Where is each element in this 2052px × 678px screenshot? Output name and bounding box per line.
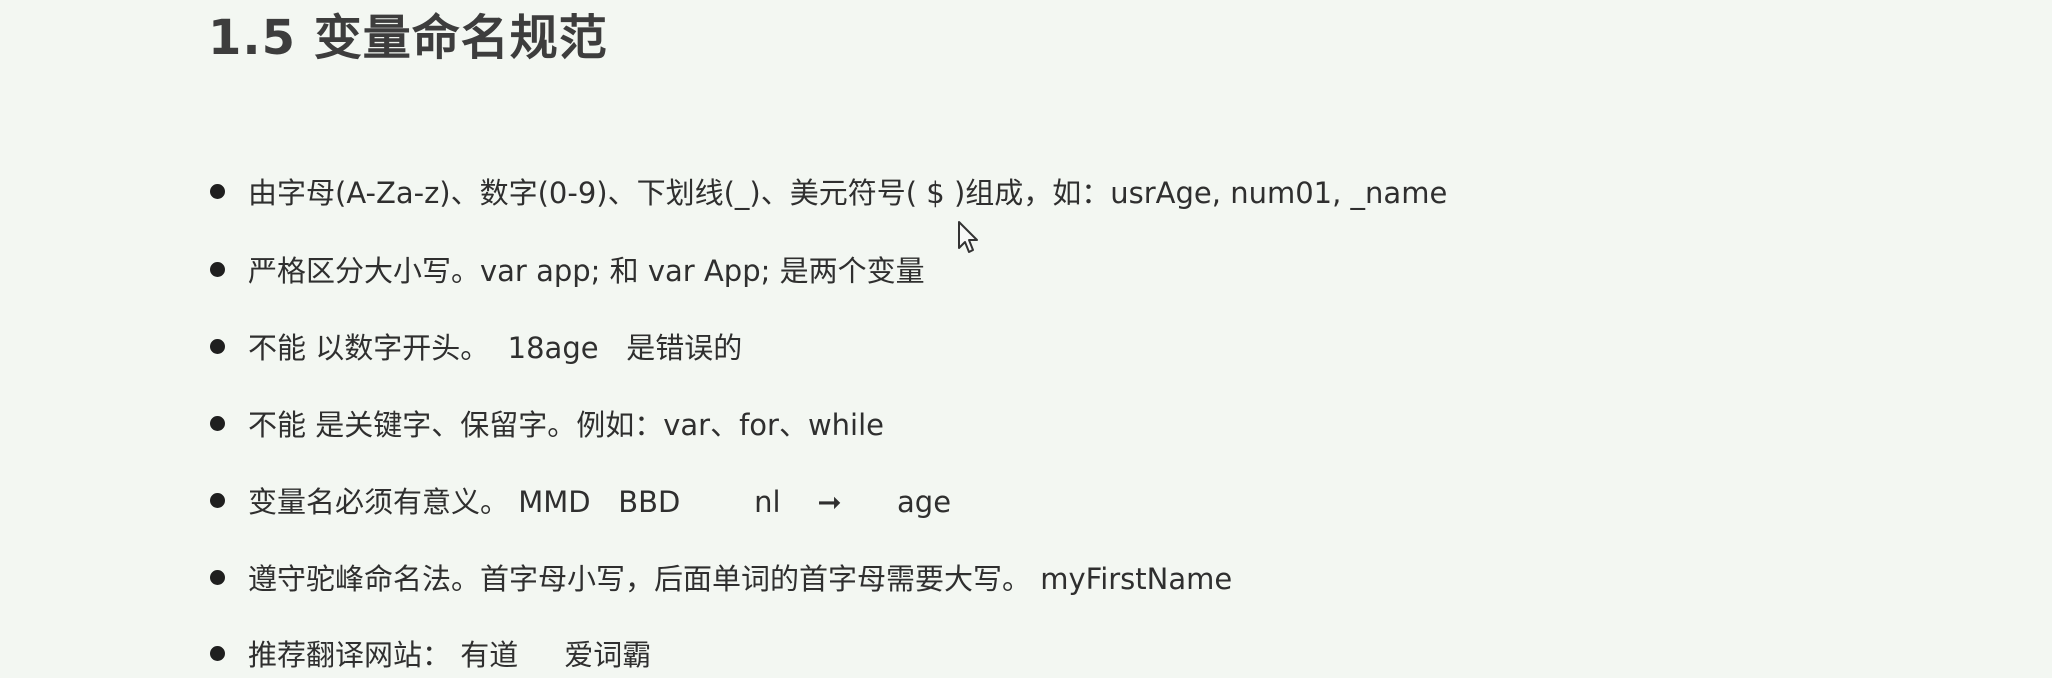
bullet-dot-icon [210, 569, 225, 585]
bullet-item-case-sensitive: 严格区分大小写。var app; 和 var App; 是两个变量 [210, 246, 925, 292]
bullet-item-naming-chars: 由字母(A-Za-z)、数字(0-9)、下划线(_)、美元符号( $ )组成，如… [210, 168, 1447, 214]
bullet-text: 不能 以数字开头。 18age 是错误的 [248, 331, 743, 365]
bullet-dot-icon [210, 645, 225, 661]
bullet-item-meaningful-names: 变量名必须有意义。 MMD BBD nl ➞ age [210, 477, 951, 523]
bullet-text: 推荐翻译网站： 有道 爱词霸 [248, 638, 652, 672]
bullet-item-camel-case: 遵守驼峰命名法。首字母小写，后面单词的首字母需要大写。 myFirstName [210, 554, 1232, 600]
bullet-text: 不能 是关键字、保留字。例如：var、for、while [248, 408, 885, 442]
mouse-pointer-icon [958, 221, 978, 253]
bullet-dot-icon [210, 338, 225, 354]
bullet-text: 由字母(A-Za-z)、数字(0-9)、下划线(_)、美元符号( $ )组成，如… [248, 176, 1448, 210]
bullet-text: 变量名必须有意义。 MMD BBD nl ➞ age [248, 485, 952, 519]
bullet-item-translation-sites: 推荐翻译网站： 有道 爱词霸 [210, 630, 651, 676]
bullet-dot-icon [210, 261, 225, 277]
slide: 1.5 变量命名规范 由字母(A-Za-z)、数字(0-9)、下划线(_)、美元… [0, 0, 2052, 678]
bullet-item-no-leading-digit: 不能 以数字开头。 18age 是错误的 [210, 323, 742, 369]
bullet-dot-icon [210, 492, 225, 508]
bullet-dot-icon [210, 415, 225, 431]
slide-title: 1.5 变量命名规范 [208, 10, 608, 66]
bullet-text: 严格区分大小写。var app; 和 var App; 是两个变量 [248, 254, 925, 288]
bullet-text: 遵守驼峰命名法。首字母小写，后面单词的首字母需要大写。 myFirstName [248, 562, 1233, 596]
bullet-item-no-keywords: 不能 是关键字、保留字。例如：var、for、while [210, 400, 884, 446]
bullet-dot-icon [210, 183, 225, 199]
